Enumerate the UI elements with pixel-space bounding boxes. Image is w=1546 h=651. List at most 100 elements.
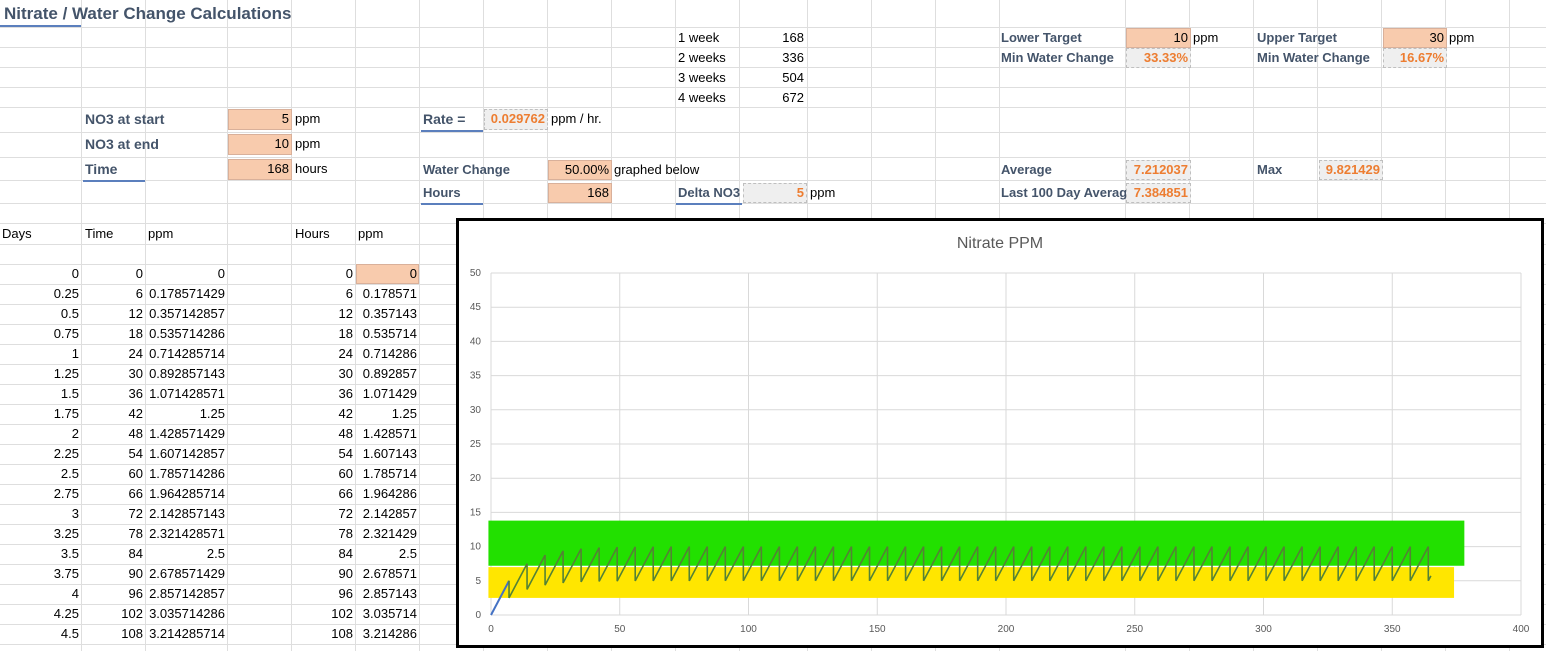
- cell-ppm-2[interactable]: 1.607143: [327, 445, 417, 463]
- cell-ppm[interactable]: 0: [135, 265, 225, 283]
- time-value: 168: [267, 161, 289, 176]
- cell-ppm-2[interactable]: 2.857143: [327, 585, 417, 603]
- chart-x-tick-label: 100: [740, 624, 757, 635]
- cell-ppm[interactable]: 3.035714286: [135, 605, 225, 623]
- chart-y-tick-label: 45: [470, 302, 482, 313]
- no3-start-unit: ppm: [295, 111, 321, 126]
- cell-ppm[interactable]: 2.142857143: [135, 505, 225, 523]
- rate-value: 0.029762: [490, 111, 545, 126]
- rate-underline: [421, 130, 483, 132]
- grid-row-line: [0, 47, 1546, 48]
- time-unit: hours: [295, 161, 328, 176]
- cell-time[interactable]: 78: [53, 525, 143, 543]
- chart-y-tick-label: 40: [470, 336, 482, 347]
- cell-time[interactable]: 36: [53, 385, 143, 403]
- cell-ppm[interactable]: 3.214285714: [135, 625, 225, 643]
- delta-no3-label: Delta NO3: [678, 185, 741, 200]
- lower-target-value: 10: [1173, 30, 1188, 45]
- week-label: 3 weeks: [678, 70, 726, 85]
- cell-time[interactable]: 48: [53, 425, 143, 443]
- cell-time[interactable]: 66: [53, 485, 143, 503]
- cell-ppm-2[interactable]: 2.5: [327, 545, 417, 563]
- cell-time[interactable]: 0: [53, 265, 143, 283]
- hours-underline: [421, 203, 483, 205]
- column-header-ppm: ppm: [148, 226, 174, 241]
- chart-x-tick-label: 150: [869, 624, 886, 635]
- cell-ppm-2[interactable]: 0.714286: [327, 345, 417, 363]
- upper-target-value: 30: [1429, 30, 1444, 45]
- hours-label: Hours: [423, 185, 461, 200]
- cell-ppm[interactable]: 1.071428571: [135, 385, 225, 403]
- cell-time[interactable]: 18: [53, 325, 143, 343]
- cell-ppm[interactable]: 1.964285714: [135, 485, 225, 503]
- cell-ppm[interactable]: 2.5: [135, 545, 225, 563]
- cell-ppm-2[interactable]: 0.178571: [327, 285, 417, 303]
- nitrate-chart[interactable]: Nitrate PPM 0 5 10 15 20 25 30 35 40 45 50 0 50 100 15…: [456, 218, 1544, 648]
- cell-time[interactable]: 84: [53, 545, 143, 563]
- min-water-change-value-2: 16.67%: [1399, 50, 1444, 65]
- cell-time[interactable]: 90: [53, 565, 143, 583]
- cell-ppm[interactable]: 1.785714286: [135, 465, 225, 483]
- cell-ppm-2[interactable]: 0.892857: [327, 365, 417, 383]
- cell-time[interactable]: 24: [53, 345, 143, 363]
- cell-time[interactable]: 54: [53, 445, 143, 463]
- grid-column-line: [419, 0, 420, 651]
- cell-time[interactable]: 96: [53, 585, 143, 603]
- column-header-days: Days: [2, 226, 32, 241]
- upper-target-unit: ppm: [1449, 30, 1475, 45]
- cell-ppm-2[interactable]: 2.321429: [327, 525, 417, 543]
- chart-x-tick-label: 0: [488, 624, 494, 635]
- cell-time[interactable]: 60: [53, 465, 143, 483]
- chart-x-tick-label: 300: [1255, 624, 1272, 635]
- cell-ppm-2[interactable]: 2.678571: [327, 565, 417, 583]
- cell-ppm[interactable]: 1.25: [135, 405, 225, 423]
- cell-time[interactable]: 102: [53, 605, 143, 623]
- cell-ppm[interactable]: 0.178571429: [135, 285, 225, 303]
- grid-row-line: [0, 67, 1546, 68]
- grid-row-line: [0, 27, 1546, 28]
- cell-ppm[interactable]: 2.678571429: [135, 565, 225, 583]
- cell-time[interactable]: 42: [53, 405, 143, 423]
- cell-time[interactable]: 12: [53, 305, 143, 323]
- cell-ppm-2[interactable]: 0.535714: [327, 325, 417, 343]
- time-label: Time: [85, 161, 118, 177]
- cell-time[interactable]: 72: [53, 505, 143, 523]
- column-header-hours: Hours: [295, 226, 330, 241]
- cell-time[interactable]: 6: [53, 285, 143, 303]
- cell-ppm[interactable]: 0.714285714: [135, 345, 225, 363]
- no3-start-label: NO3 at start: [85, 111, 165, 127]
- cell-time[interactable]: 108: [53, 625, 143, 643]
- cell-ppm-2[interactable]: 0.357143: [327, 305, 417, 323]
- cell-ppm[interactable]: 0.535714286: [135, 325, 225, 343]
- cell-ppm-2[interactable]: 3.214286: [327, 625, 417, 643]
- week-label: 2 weeks: [678, 50, 726, 65]
- cell-ppm-2[interactable]: 2.142857: [327, 505, 417, 523]
- grid-row-line: [0, 107, 1546, 108]
- rate-label: Rate =: [423, 111, 466, 127]
- cell-ppm-2[interactable]: 3.035714: [327, 605, 417, 623]
- cell-ppm-2[interactable]: 1.428571: [327, 425, 417, 443]
- chart-y-tick-label: 10: [470, 542, 482, 553]
- cell-ppm-2[interactable]: 1.785714: [327, 465, 417, 483]
- cell-ppm[interactable]: 0.892857143: [135, 365, 225, 383]
- cell-ppm[interactable]: 1.428571429: [135, 425, 225, 443]
- cell-ppm[interactable]: 2.857142857: [135, 585, 225, 603]
- column-header-time: Time: [85, 226, 114, 241]
- cell-ppm[interactable]: 1.607142857: [135, 445, 225, 463]
- last-100-day-average-value: 7.384851: [1133, 185, 1188, 200]
- chart-y-tick-label: 20: [470, 473, 482, 484]
- chart-y-tick-label: 0: [475, 610, 481, 621]
- chart-x-tick-label: 200: [998, 624, 1015, 635]
- cell-time[interactable]: 30: [53, 365, 143, 383]
- title-underline: [0, 25, 81, 27]
- grid-column-line: [227, 0, 228, 651]
- lower-target-label: Lower Target: [1001, 30, 1082, 45]
- cell-ppm-2[interactable]: 1.071429: [327, 385, 417, 403]
- max-label: Max: [1257, 162, 1283, 177]
- column-header-ppm-2: ppm: [358, 226, 384, 241]
- cell-ppm-2[interactable]: 1.964286: [327, 485, 417, 503]
- cell-ppm-2[interactable]: 0: [327, 265, 417, 283]
- cell-ppm-2[interactable]: 1.25: [327, 405, 417, 423]
- cell-ppm[interactable]: 0.357142857: [135, 305, 225, 323]
- cell-ppm[interactable]: 2.321428571: [135, 525, 225, 543]
